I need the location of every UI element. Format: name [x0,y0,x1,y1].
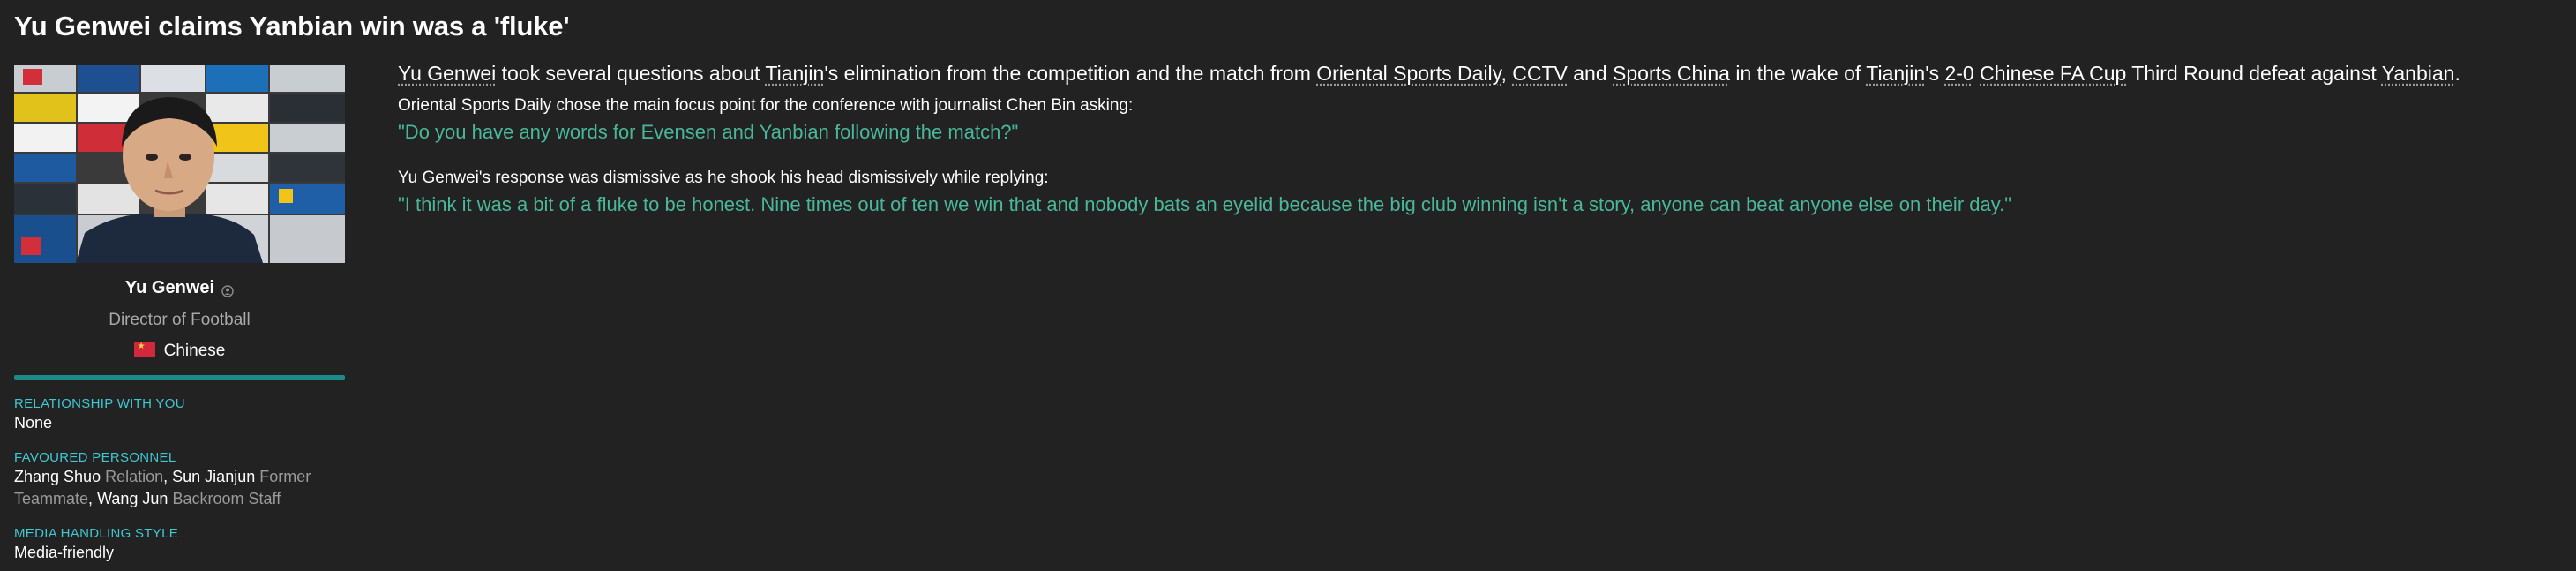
person-name-row: Yu Genwei [14,278,345,298]
favoured-personnel-section: FAVOURED PERSONNEL Zhang Shuo Relation, … [14,450,345,510]
media-style-value: Media-friendly [14,544,115,561]
china-flag-icon [133,342,155,357]
person-portrait[interactable] [14,65,345,263]
person-link[interactable]: Yu Genwei [398,62,496,85]
lead-text: 's [1925,62,1945,85]
relationship-section: RELATIONSHIP WITH YOU None [14,396,345,434]
media-link[interactable]: CCTV [1512,62,1568,85]
favoured-person-name[interactable]: Zhang Shuo [14,468,101,485]
lead-text: took several questions about [496,62,766,85]
score-link[interactable]: 2-0 [1944,62,1973,85]
favoured-person-type: Relation [105,468,164,485]
favoured-person-name[interactable]: Sun Jianjun [172,468,255,485]
person-name[interactable]: Yu Genwei [125,278,214,297]
accent-divider [14,375,345,380]
list-separator: , [88,490,98,507]
relationship-value: None [14,414,53,432]
response-intro: Yu Genwei's response was dismissive as h… [398,169,1049,187]
press-backdrop-image [14,65,345,263]
list-separator: , [163,468,173,485]
nationality-label[interactable]: Chinese [164,342,226,360]
favoured-person-type: Backroom Staff [172,490,281,507]
relationship-title: RELATIONSHIP WITH YOU [14,396,185,411]
competition-link[interactable]: Chinese FA Cup [1980,62,2126,85]
person-icon [221,282,234,297]
lead-text: 's elimination from the competition and … [824,62,1317,85]
media-style-title: MEDIA HANDLING STYLE [14,526,179,541]
lead-text: , [1501,62,1513,85]
favoured-personnel-title: FAVOURED PERSONNEL [14,450,176,465]
club-link[interactable]: Tianjin [765,62,824,85]
lead-text: Third Round defeat against [2126,62,2382,85]
lead-text: . [2454,62,2460,85]
favoured-personnel-list: Zhang Shuo Relation, Sun Jianjun Former … [14,466,345,510]
lead-text: in the wake of [1729,62,1867,85]
article-body: Yu Genwei took several questions about T… [398,62,2559,216]
news-headline: Yu Genwei claims Yanbian win was a 'fluk… [14,11,570,41]
question-intro: Oriental Sports Daily chose the main foc… [398,96,1134,115]
media-link[interactable]: Oriental Sports Daily [1316,62,1501,85]
nationality-row: Chinese [14,342,345,361]
media-link[interactable]: Sports China [1613,62,1730,85]
club-link[interactable]: Yanbian [2382,62,2455,85]
favoured-person-name[interactable]: Wang Jun [97,490,168,507]
person-role: Director of Football [109,311,251,329]
club-link[interactable]: Tianjin [1866,62,1925,85]
response-quote: "I think it was a bit of a fluke to be h… [398,193,2012,215]
article-lead: Yu Genwei took several questions about T… [398,62,2559,86]
media-style-section: MEDIA HANDLING STYLE Media-friendly [14,526,345,564]
question-quote: "Do you have any words for Evensen and Y… [398,121,1019,143]
profile-panel: Yu Genwei Director of Football Chinese R… [14,65,345,564]
lead-text: and [1567,62,1614,85]
